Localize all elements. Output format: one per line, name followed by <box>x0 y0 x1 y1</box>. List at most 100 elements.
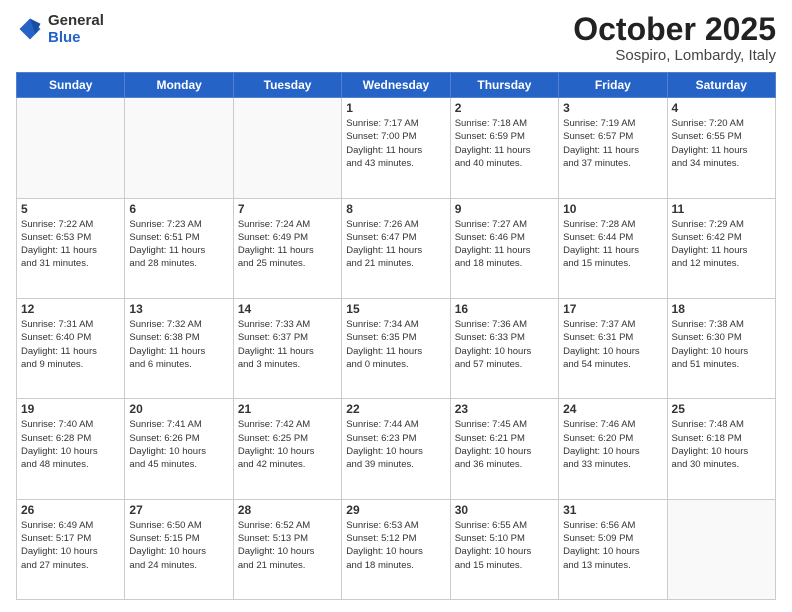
table-row <box>125 98 233 198</box>
table-row: 13 Sunrise: 7:32 AM Sunset: 6:38 PM Dayli… <box>125 298 233 398</box>
day-number: 31 <box>563 503 662 517</box>
col-friday: Friday <box>559 73 667 98</box>
week-row-1: 1 Sunrise: 7:17 AM Sunset: 7:00 PM Daylig… <box>17 98 776 198</box>
calendar-header-row: Sunday Monday Tuesday Wednesday Thursday… <box>17 73 776 98</box>
day-info: Sunrise: 6:49 AM Sunset: 5:17 PM Dayligh… <box>21 519 120 572</box>
day-info: Sunrise: 7:40 AM Sunset: 6:28 PM Dayligh… <box>21 418 120 471</box>
day-number: 2 <box>455 101 554 115</box>
table-row: 18 Sunrise: 7:38 AM Sunset: 6:30 PM Dayli… <box>667 298 775 398</box>
table-row: 28 Sunrise: 6:52 AM Sunset: 5:13 PM Dayli… <box>233 499 341 599</box>
table-row: 4 Sunrise: 7:20 AM Sunset: 6:55 PM Daylig… <box>667 98 775 198</box>
day-number: 15 <box>346 302 445 316</box>
logo-icon <box>16 15 44 43</box>
table-row: 11 Sunrise: 7:29 AM Sunset: 6:42 PM Dayli… <box>667 198 775 298</box>
day-number: 11 <box>672 202 771 216</box>
table-row: 8Sunrise: 7:26 AM Sunset: 6:47 PM Daylig… <box>342 198 450 298</box>
day-number: 23 <box>455 402 554 416</box>
day-number: 5 <box>21 202 120 216</box>
col-thursday: Thursday <box>450 73 558 98</box>
table-row: 19Sunrise: 7:40 AM Sunset: 6:28 PM Dayli… <box>17 399 125 499</box>
day-info: Sunrise: 7:23 AM Sunset: 6:51 PM Dayligh… <box>129 218 228 271</box>
logo-blue: Blue <box>48 29 81 46</box>
day-number: 1 <box>346 101 445 115</box>
day-info: Sunrise: 6:52 AM Sunset: 5:13 PM Dayligh… <box>238 519 337 572</box>
day-number: 14 <box>238 302 337 316</box>
table-row: 24 Sunrise: 7:46 AM Sunset: 6:20 PM Dayli… <box>559 399 667 499</box>
day-number: 28 <box>238 503 337 517</box>
day-info: Sunrise: 7:32 AM Sunset: 6:38 PM Dayligh… <box>129 318 228 371</box>
title-block: October 2025 Sospiro, Lombardy, Italy <box>573 12 776 64</box>
day-number: 13 <box>129 302 228 316</box>
day-info: Sunrise: 7:41 AM Sunset: 6:26 PM Dayligh… <box>129 418 228 471</box>
table-row: 7 Sunrise: 7:24 AM Sunset: 6:49 PM Daylig… <box>233 198 341 298</box>
day-info: Sunrise: 6:53 AM Sunset: 5:12 PM Dayligh… <box>346 519 445 572</box>
week-row-4: 19Sunrise: 7:40 AM Sunset: 6:28 PM Dayli… <box>17 399 776 499</box>
logo: General Blue <box>16 12 104 47</box>
day-info: Sunrise: 7:45 AM Sunset: 6:21 PM Dayligh… <box>455 418 554 471</box>
day-number: 27 <box>129 503 228 517</box>
table-row: 31 Sunrise: 6:56 AM Sunset: 5:09 PM Dayli… <box>559 499 667 599</box>
day-number: 17 <box>563 302 662 316</box>
table-row: 21Sunrise: 7:42 AM Sunset: 6:25 PM Dayli… <box>233 399 341 499</box>
day-number: 16 <box>455 302 554 316</box>
day-info: Sunrise: 7:36 AM Sunset: 6:33 PM Dayligh… <box>455 318 554 371</box>
logo-text: General Blue <box>48 12 104 47</box>
day-info: Sunrise: 6:50 AM Sunset: 5:15 PM Dayligh… <box>129 519 228 572</box>
day-info: Sunrise: 7:28 AM Sunset: 6:44 PM Dayligh… <box>563 218 662 271</box>
day-info: Sunrise: 7:31 AM Sunset: 6:40 PM Dayligh… <box>21 318 120 371</box>
table-row: 20 Sunrise: 7:41 AM Sunset: 6:26 PM Dayli… <box>125 399 233 499</box>
day-number: 30 <box>455 503 554 517</box>
day-info: Sunrise: 7:42 AM Sunset: 6:25 PM Dayligh… <box>238 418 337 471</box>
day-number: 4 <box>672 101 771 115</box>
week-row-5: 26Sunrise: 6:49 AM Sunset: 5:17 PM Dayli… <box>17 499 776 599</box>
day-info: Sunrise: 7:24 AM Sunset: 6:49 PM Dayligh… <box>238 218 337 271</box>
day-number: 3 <box>563 101 662 115</box>
table-row: 17 Sunrise: 7:37 AM Sunset: 6:31 PM Dayli… <box>559 298 667 398</box>
table-row: 5 Sunrise: 7:22 AM Sunset: 6:53 PM Daylig… <box>17 198 125 298</box>
day-number: 22 <box>346 402 445 416</box>
day-info: Sunrise: 7:17 AM Sunset: 7:00 PM Dayligh… <box>346 117 445 170</box>
day-info: Sunrise: 7:44 AM Sunset: 6:23 PM Dayligh… <box>346 418 445 471</box>
table-row: 12 Sunrise: 7:31 AM Sunset: 6:40 PM Dayli… <box>17 298 125 398</box>
day-number: 20 <box>129 402 228 416</box>
day-info: Sunrise: 7:19 AM Sunset: 6:57 PM Dayligh… <box>563 117 662 170</box>
table-row: 25Sunrise: 7:48 AM Sunset: 6:18 PM Dayli… <box>667 399 775 499</box>
table-row: 3 Sunrise: 7:19 AM Sunset: 6:57 PM Daylig… <box>559 98 667 198</box>
day-number: 9 <box>455 202 554 216</box>
day-info: Sunrise: 7:20 AM Sunset: 6:55 PM Dayligh… <box>672 117 771 170</box>
day-number: 29 <box>346 503 445 517</box>
table-row: 30 Sunrise: 6:55 AM Sunset: 5:10 PM Dayli… <box>450 499 558 599</box>
day-number: 7 <box>238 202 337 216</box>
page: General Blue October 2025 Sospiro, Lomba… <box>0 0 792 612</box>
logo-general: General <box>48 12 104 29</box>
table-row: 2 Sunrise: 7:18 AM Sunset: 6:59 PM Daylig… <box>450 98 558 198</box>
table-row: 15Sunrise: 7:34 AM Sunset: 6:35 PM Dayli… <box>342 298 450 398</box>
table-row: 22 Sunrise: 7:44 AM Sunset: 6:23 PM Dayli… <box>342 399 450 499</box>
day-number: 12 <box>21 302 120 316</box>
day-info: Sunrise: 7:46 AM Sunset: 6:20 PM Dayligh… <box>563 418 662 471</box>
table-row: 16 Sunrise: 7:36 AM Sunset: 6:33 PM Dayli… <box>450 298 558 398</box>
table-row: 14Sunrise: 7:33 AM Sunset: 6:37 PM Dayli… <box>233 298 341 398</box>
col-tuesday: Tuesday <box>233 73 341 98</box>
col-monday: Monday <box>125 73 233 98</box>
col-saturday: Saturday <box>667 73 775 98</box>
day-number: 24 <box>563 402 662 416</box>
day-info: Sunrise: 6:55 AM Sunset: 5:10 PM Dayligh… <box>455 519 554 572</box>
day-info: Sunrise: 6:56 AM Sunset: 5:09 PM Dayligh… <box>563 519 662 572</box>
day-info: Sunrise: 7:18 AM Sunset: 6:59 PM Dayligh… <box>455 117 554 170</box>
location-subtitle: Sospiro, Lombardy, Italy <box>573 47 776 64</box>
day-info: Sunrise: 7:37 AM Sunset: 6:31 PM Dayligh… <box>563 318 662 371</box>
day-number: 6 <box>129 202 228 216</box>
table-row: 6 Sunrise: 7:23 AM Sunset: 6:51 PM Daylig… <box>125 198 233 298</box>
day-info: Sunrise: 7:22 AM Sunset: 6:53 PM Dayligh… <box>21 218 120 271</box>
day-number: 18 <box>672 302 771 316</box>
header: General Blue October 2025 Sospiro, Lomba… <box>16 12 776 64</box>
table-row <box>233 98 341 198</box>
day-number: 25 <box>672 402 771 416</box>
day-info: Sunrise: 7:38 AM Sunset: 6:30 PM Dayligh… <box>672 318 771 371</box>
table-row: 27 Sunrise: 6:50 AM Sunset: 5:15 PM Dayli… <box>125 499 233 599</box>
col-sunday: Sunday <box>17 73 125 98</box>
day-info: Sunrise: 7:29 AM Sunset: 6:42 PM Dayligh… <box>672 218 771 271</box>
table-row: 26Sunrise: 6:49 AM Sunset: 5:17 PM Dayli… <box>17 499 125 599</box>
calendar-table: Sunday Monday Tuesday Wednesday Thursday… <box>16 72 776 600</box>
